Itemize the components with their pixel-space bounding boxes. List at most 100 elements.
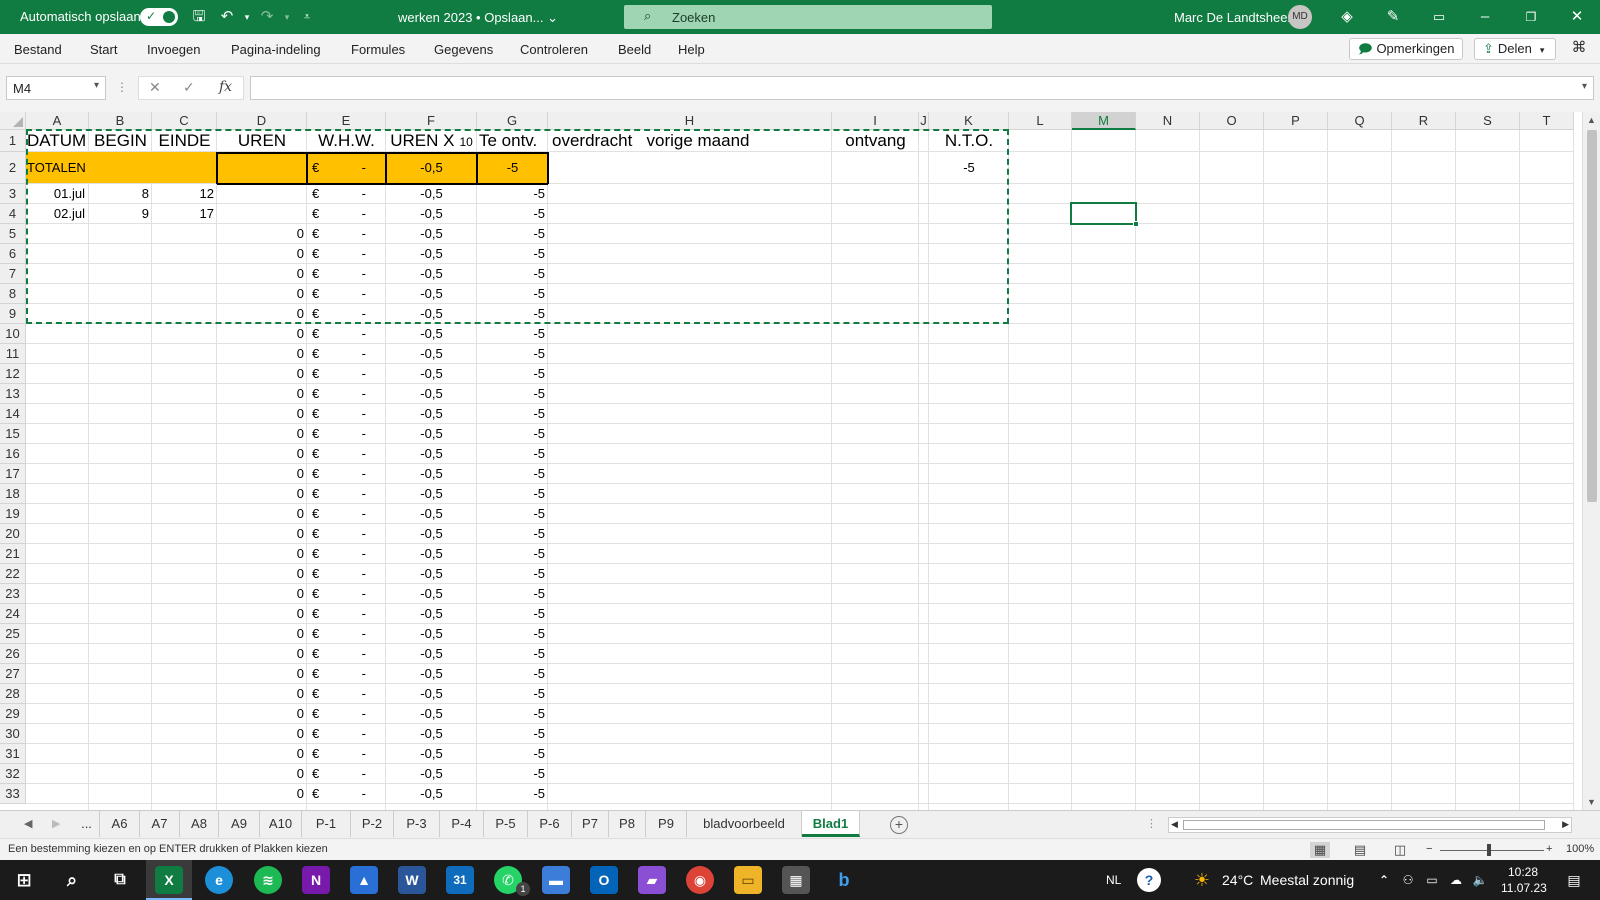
cell-uren-x[interactable]: -0,5 <box>386 644 477 664</box>
cell-datum[interactable] <box>26 584 89 604</box>
row-header-13[interactable]: 13 <box>0 384 26 404</box>
tab-p-1[interactable]: P-1 <box>302 811 351 837</box>
row-header-25[interactable]: 25 <box>0 624 26 644</box>
cell-einde[interactable] <box>152 584 217 604</box>
page-break-view-icon[interactable]: ◫ <box>1390 842 1410 858</box>
column-header-e[interactable]: E <box>307 112 386 130</box>
edge-icon[interactable]: e <box>205 866 233 894</box>
cell-datum[interactable] <box>26 624 89 644</box>
cell-einde[interactable] <box>152 564 217 584</box>
cell-uren[interactable]: 0 <box>217 324 307 344</box>
cell-uren[interactable]: 0 <box>217 704 307 724</box>
row-header-16[interactable]: 16 <box>0 444 26 464</box>
cell-begin[interactable] <box>89 324 152 344</box>
cell-datum[interactable] <box>26 784 89 804</box>
cell-te-ontv[interactable]: -5 <box>477 544 548 564</box>
minimize-icon[interactable]: – <box>1474 7 1496 27</box>
cell-te-ontv[interactable]: -5 <box>477 744 548 764</box>
cell-uren-x[interactable]: -0,5 <box>386 424 477 444</box>
cell-uren[interactable]: 0 <box>217 644 307 664</box>
task-view-icon[interactable]: ⧉ <box>106 866 134 894</box>
cell-whw-value[interactable]: - <box>307 544 386 564</box>
cell-uren[interactable]: 0 <box>217 364 307 384</box>
cell-datum[interactable] <box>26 484 89 504</box>
menu-pagina-indeling[interactable]: Pagina-indeling <box>231 42 321 57</box>
column-header-g[interactable]: G <box>477 112 548 130</box>
cell-begin[interactable] <box>89 524 152 544</box>
zoom-out-button[interactable]: − <box>1426 843 1432 855</box>
cell-begin[interactable] <box>89 704 152 724</box>
column-header-i[interactable]: I <box>832 112 919 130</box>
bing-icon[interactable]: b <box>830 866 858 894</box>
cell-begin[interactable] <box>89 404 152 424</box>
cell-datum[interactable] <box>26 524 89 544</box>
cell-uren[interactable]: 0 <box>217 484 307 504</box>
cell-te-ontv[interactable]: -5 <box>477 324 548 344</box>
name-box[interactable]: M4 ▾ <box>6 76 106 100</box>
cell-begin[interactable] <box>89 424 152 444</box>
tab-blad1[interactable]: Blad1 <box>802 811 860 837</box>
cell-uren-x[interactable]: -0,5 <box>386 384 477 404</box>
cell-whw-value[interactable]: - <box>307 724 386 744</box>
tab-p9[interactable]: P9 <box>646 811 687 837</box>
cell-uren[interactable]: 0 <box>217 444 307 464</box>
search-box[interactable]: ⌕ Zoeken <box>624 5 992 29</box>
cell-uren[interactable]: 0 <box>217 684 307 704</box>
clipchamp-icon[interactable]: ▰ <box>638 866 666 894</box>
drag-handle-icon[interactable]: ⋮ <box>116 80 128 94</box>
cell-einde[interactable] <box>152 344 217 364</box>
cell-te-ontv[interactable]: -5 <box>477 644 548 664</box>
cell-uren-x[interactable]: -0,5 <box>386 684 477 704</box>
cell-einde[interactable] <box>152 444 217 464</box>
cell-whw-value[interactable]: - <box>307 364 386 384</box>
cell-uren[interactable]: 0 <box>217 504 307 524</box>
pen-icon[interactable]: ✎ <box>1382 7 1404 27</box>
row-header-31[interactable]: 31 <box>0 744 26 764</box>
row-header-11[interactable]: 11 <box>0 344 26 364</box>
tab-p7[interactable]: P7 <box>572 811 609 837</box>
ribbon-display-icon[interactable]: ▭ <box>1428 7 1450 27</box>
cell-datum[interactable] <box>26 324 89 344</box>
fill-handle[interactable] <box>1133 221 1139 227</box>
column-header-f[interactable]: F <box>386 112 477 130</box>
cell-einde[interactable] <box>152 724 217 744</box>
cell-einde[interactable] <box>152 784 217 804</box>
clock-time[interactable]: 10:28 <box>1508 865 1538 879</box>
cell-einde[interactable] <box>152 504 217 524</box>
cell-uren[interactable]: 0 <box>217 604 307 624</box>
cell-uren[interactable]: 0 <box>217 544 307 564</box>
cell-datum[interactable] <box>26 704 89 724</box>
cell-einde[interactable] <box>152 664 217 684</box>
cell-einde[interactable] <box>152 544 217 564</box>
cell-whw-value[interactable]: - <box>307 564 386 584</box>
temperature[interactable]: 24°C <box>1222 872 1253 888</box>
cell-begin[interactable] <box>89 764 152 784</box>
excel-icon[interactable]: X <box>155 866 183 894</box>
zoom-in-button[interactable]: + <box>1546 843 1552 855</box>
cell-whw-value[interactable]: - <box>307 604 386 624</box>
cell-uren[interactable]: 0 <box>217 724 307 744</box>
redo-icon[interactable]: ↷ <box>256 7 278 27</box>
cell-uren[interactable]: 0 <box>217 344 307 364</box>
cell-begin[interactable] <box>89 624 152 644</box>
column-header-m[interactable]: M <box>1072 112 1136 130</box>
app-icon[interactable]: ▬ <box>542 866 570 894</box>
row-header-30[interactable]: 30 <box>0 724 26 744</box>
confirm-icon[interactable]: ✓ <box>183 79 195 96</box>
row-header-8[interactable]: 8 <box>0 284 26 304</box>
cell-uren-x[interactable]: -0,5 <box>386 624 477 644</box>
row-header-3[interactable]: 3 <box>0 184 26 204</box>
cell-whw-value[interactable]: - <box>307 784 386 804</box>
restore-icon[interactable]: ❐ <box>1520 7 1542 27</box>
cell-whw-value[interactable]: - <box>307 464 386 484</box>
cell-te-ontv[interactable]: -5 <box>477 704 548 724</box>
cell-einde[interactable] <box>152 704 217 724</box>
row-header-27[interactable]: 27 <box>0 664 26 684</box>
tab-ellipsis[interactable]: ... <box>74 811 100 837</box>
cell-begin[interactable] <box>89 364 152 384</box>
cell-einde[interactable] <box>152 764 217 784</box>
cell-uren-x[interactable]: -0,5 <box>386 544 477 564</box>
row-header-2[interactable]: 2 <box>0 152 26 184</box>
customize-toolbar-icon[interactable]: ⩡ <box>296 7 318 27</box>
search-icon[interactable]: ⌕ <box>58 866 86 894</box>
